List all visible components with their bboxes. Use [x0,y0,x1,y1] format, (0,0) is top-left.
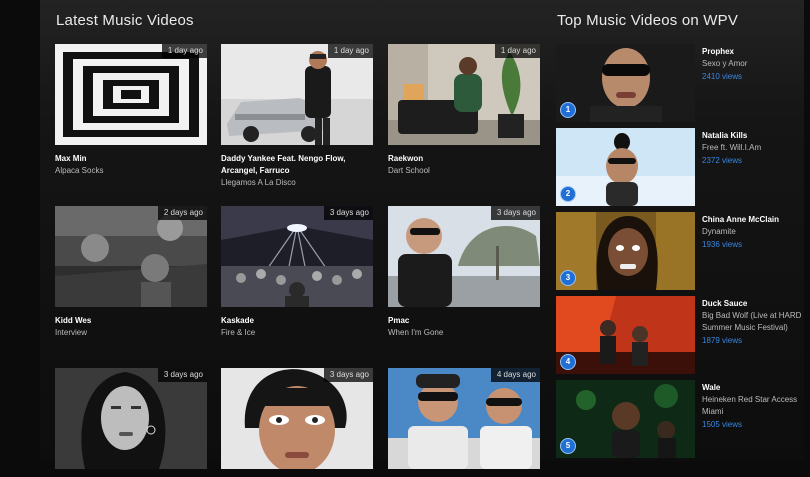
video-artist[interactable]: Raekwon [388,153,540,165]
top-video-title[interactable]: Heineken Red Star Access Miami [702,394,810,418]
top-video-thumbnail[interactable]: 5 [556,380,695,458]
video-title[interactable]: Llegamos A La Disco [221,177,373,189]
rank-badge: 2 [560,186,576,202]
video-age: 3 days ago [323,368,373,382]
view-count: 1879 views [702,336,743,345]
rank-badge: 1 [560,102,576,118]
top-video-title[interactable]: Sexo y Amor [702,58,810,70]
video-age: 3 days ago [157,368,207,382]
video-age: 1 day ago [327,44,373,58]
rank-badge: 5 [560,438,576,454]
video-thumbnail[interactable]: 2 days ago [55,206,207,307]
top-video-thumbnail[interactable]: 4 [556,296,695,374]
top-video-artist[interactable]: Natalia Kills [702,130,810,142]
top-video-item[interactable]: 3 China Anne McClain Dynamite 1936 views [556,212,810,290]
top-video-title[interactable]: Dynamite [702,226,810,238]
video-title[interactable]: Interview [55,327,207,339]
video-thumbnail[interactable]: 3 days ago [221,206,373,307]
video-thumbnail[interactable]: 3 days ago [388,206,540,307]
video-card[interactable]: 3 days ago Pmac When I'm Gone [388,206,540,339]
video-artist[interactable]: Kaskade [221,315,373,327]
video-age: 3 days ago [490,206,540,220]
video-card[interactable]: 1 day ago Max Min Alpaca Socks [55,44,207,177]
top-video-thumbnail[interactable]: 3 [556,212,695,290]
top-video-item[interactable]: 2 Natalia Kills Free ft. Will.I.Am 2372 … [556,128,810,206]
video-card[interactable]: 1 day ago Daddy Yankee Feat. Nengo Flow,… [221,44,373,189]
video-age: 1 day ago [494,44,540,58]
top-video-artist[interactable]: Wale [702,382,810,394]
video-title[interactable]: Alpaca Socks [55,165,207,177]
latest-videos-heading: Latest Music Videos [56,12,194,29]
top-video-title[interactable]: Free ft. Will.I.Am [702,142,810,154]
video-artist[interactable]: Daddy Yankee Feat. Nengo Flow, Arcangel,… [221,153,373,177]
view-count: 1936 views [702,240,743,249]
video-artist[interactable]: Kidd Wes [55,315,207,327]
top-video-thumbnail[interactable]: 1 [556,44,695,122]
top-video-artist[interactable]: China Anne McClain [702,214,810,226]
top-video-thumbnail[interactable]: 2 [556,128,695,206]
video-artist[interactable]: Max Min [55,153,207,165]
video-thumbnail[interactable]: 3 days ago [221,368,373,469]
video-card[interactable]: 1 day ago Raekwon Dart School [388,44,540,177]
video-thumbnail[interactable]: 3 days ago [55,368,207,469]
top-video-item[interactable]: 4 Duck Sauce Big Bad Wolf (Live at HARD … [556,296,810,374]
top-video-item[interactable]: 1 Prophex Sexo y Amor 2410 views [556,44,810,122]
video-age: 3 days ago [323,206,373,220]
video-age: 2 days ago [157,206,207,220]
top-video-item[interactable]: 5 Wale Heineken Red Star Access Miami 15… [556,380,810,458]
video-artist[interactable]: Pmac [388,315,540,327]
top-video-title[interactable]: Big Bad Wolf (Live at HARD Summer Music … [702,310,810,334]
view-count: 2372 views [702,156,743,165]
video-age: 4 days ago [490,368,540,382]
video-age: 1 day ago [161,44,207,58]
video-title[interactable]: Dart School [388,165,540,177]
top-videos-heading: Top Music Videos on WPV [557,12,739,29]
video-thumbnail[interactable]: 1 day ago [388,44,540,145]
rank-badge: 4 [560,354,576,370]
top-video-artist[interactable]: Prophex [702,46,810,58]
video-title[interactable]: When I'm Gone [388,327,540,339]
top-video-artist[interactable]: Duck Sauce [702,298,810,310]
video-thumbnail[interactable]: 4 days ago [388,368,540,469]
view-count: 1505 views [702,420,743,429]
video-card[interactable]: 2 days ago Kidd Wes Interview [55,206,207,339]
video-card[interactable]: 3 days ago Kaskade Fire & Ice [221,206,373,339]
video-thumbnail[interactable]: 1 day ago [221,44,373,145]
rank-badge: 3 [560,270,576,286]
view-count: 2410 views [702,72,743,81]
video-title[interactable]: Fire & Ice [221,327,373,339]
video-thumbnail[interactable]: 1 day ago [55,44,207,145]
